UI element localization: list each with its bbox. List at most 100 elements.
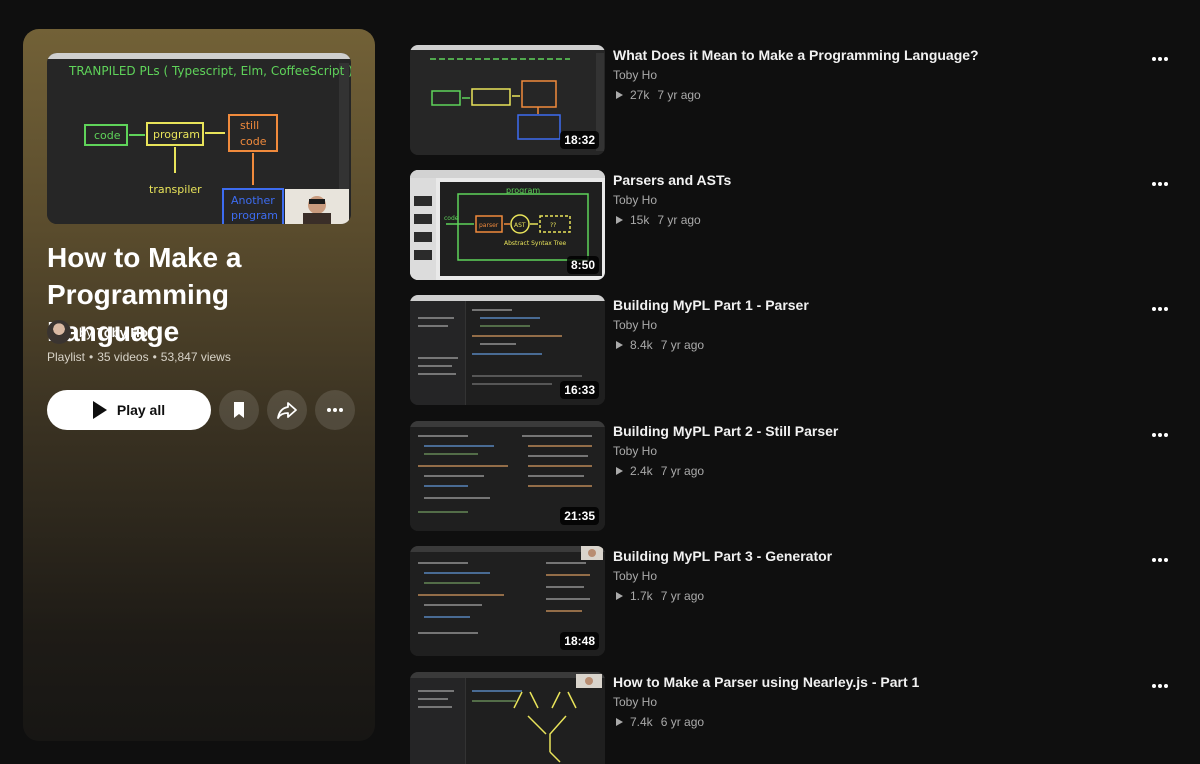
thumb-code-line [418,594,504,596]
playlist-meta: Playlist • 35 videos • 53,847 views [47,350,231,364]
play-icon [616,91,623,99]
duration-badge: 16:33 [560,381,599,399]
list-item[interactable]: 21:35 Building MyPL Part 2 - Still Parse… [410,421,1180,531]
video-age: 6 yr ago [660,715,705,729]
video-thumbnail[interactable]: 16:33 [410,295,605,405]
video-stats: 1.7k 7 yr ago [613,589,704,603]
video-more-button[interactable] [1148,423,1172,447]
thumb-code-line [418,465,508,467]
video-channel[interactable]: Toby Ho [613,318,657,332]
thumb-code-line [424,497,490,499]
more-horizontal-icon [1152,307,1168,311]
more-horizontal-icon [1152,433,1168,437]
play-all-button[interactable]: Play all [47,390,211,430]
thumb-code-line [424,453,478,455]
playlist-video-count: 35 videos [97,350,149,364]
cover-box-still: still [240,119,259,132]
thumb-text-program: program [506,186,540,195]
video-title[interactable]: Building MyPL Part 3 - Generator [613,548,1113,564]
share-icon [277,402,297,419]
video-views: 27k [630,88,650,102]
thumb-diagram [513,674,602,763]
thumb-code-line [418,365,452,367]
thumb-text-q: ?? [550,222,556,229]
video-channel[interactable]: Toby Ho [613,444,657,458]
video-channel[interactable]: Toby Ho [613,68,657,82]
duration-badge: 18:32 [560,131,599,149]
thumb-code-line [528,475,584,477]
video-thumbnail[interactable]: 21:35 [410,421,605,531]
thumb-code-line [472,309,512,311]
avatar[interactable] [47,320,71,344]
more-actions-button[interactable] [315,390,355,430]
play-icon [616,216,623,224]
cover-box-program: program [153,128,200,141]
list-item[interactable]: program code parser AST ?? Abstract Synt… [410,170,1180,280]
list-item[interactable]: 18:32 What Does it Mean to Make a Progra… [410,45,1180,155]
thumb-code-line [424,445,494,447]
cover-box-code: code [94,129,121,142]
video-thumbnail[interactable]: program code parser AST ?? Abstract Synt… [410,170,605,280]
video-thumbnail[interactable]: 18:32 [410,45,605,155]
thumb-code-line [418,632,478,634]
playlist-owner: by Toby Ho [47,320,148,344]
video-channel[interactable]: Toby Ho [613,193,657,207]
more-horizontal-icon [1152,182,1168,186]
video-more-button[interactable] [1148,548,1172,572]
cover-box-another: Another [231,194,275,207]
list-item[interactable]: How to Make a Parser using Nearley.js - … [410,672,1180,764]
cover-heading: TRANPILED PLs ( Typescript, Elm, CoffeeS… [68,64,351,78]
video-thumbnail[interactable] [410,672,605,764]
video-title[interactable]: How to Make a Parser using Nearley.js - … [613,674,1113,690]
video-thumbnail[interactable]: 18:48 [410,546,605,656]
video-age: 7 yr ago [657,213,701,227]
video-title[interactable]: Building MyPL Part 1 - Parser [613,297,1113,313]
thumb-tabbar [410,546,605,552]
owner-name-link[interactable]: Toby Ho [97,325,148,340]
thumb-code-line [424,604,482,606]
thumb-code-line [528,465,592,467]
video-title[interactable]: What Does it Mean to Make a Programming … [613,47,1113,63]
cover-diagram: TRANPILED PLs ( Typescript, Elm, CoffeeS… [68,63,351,224]
thumb-code-line [472,375,582,377]
video-channel[interactable]: Toby Ho [613,695,657,709]
video-channel[interactable]: Toby Ho [613,569,657,583]
video-more-button[interactable] [1148,172,1172,196]
thumb-code-line [418,357,458,359]
play-all-label: Play all [116,402,166,418]
video-more-button[interactable] [1148,297,1172,321]
play-icon [616,592,623,600]
thumb-code-line [418,373,456,375]
play-icon [92,401,107,419]
video-stats: 8.4k 7 yr ago [613,338,704,352]
list-item[interactable]: 16:33 Building MyPL Part 1 - Parser Toby… [410,295,1180,405]
save-playlist-button[interactable] [219,390,259,430]
thumb-text-ast: AST [514,222,526,229]
video-stats: 7.4k 6 yr ago [613,715,704,729]
owner-prefix: by [79,324,93,340]
share-button[interactable] [267,390,307,430]
thumb-code-line [522,435,592,437]
thumb-code-line [418,511,468,513]
video-title[interactable]: Parsers and ASTs [613,172,1113,188]
play-icon [616,341,623,349]
thumb-text-code: code [444,215,459,222]
video-age: 7 yr ago [660,589,705,603]
more-horizontal-icon [1152,57,1168,61]
thumb-code-line [546,586,584,588]
thumb-code-line [528,445,592,447]
play-icon [616,467,623,475]
thumb-code-line [424,582,480,584]
thumb-code-line [424,572,490,574]
video-more-button[interactable] [1148,674,1172,698]
bookmark-icon [234,402,244,418]
video-stats: 2.4k 7 yr ago [613,464,704,478]
thumb-code-line [424,475,484,477]
video-more-button[interactable] [1148,47,1172,71]
list-item[interactable]: 18:48 Building MyPL Part 3 - Generator T… [410,546,1180,656]
more-horizontal-icon [327,408,343,412]
video-title[interactable]: Building MyPL Part 2 - Still Parser [613,423,1113,439]
playlist-cover-thumbnail[interactable]: TRANPILED PLs ( Typescript, Elm, CoffeeS… [47,53,351,224]
video-views: 2.4k [630,464,653,478]
video-views: 8.4k [630,338,653,352]
